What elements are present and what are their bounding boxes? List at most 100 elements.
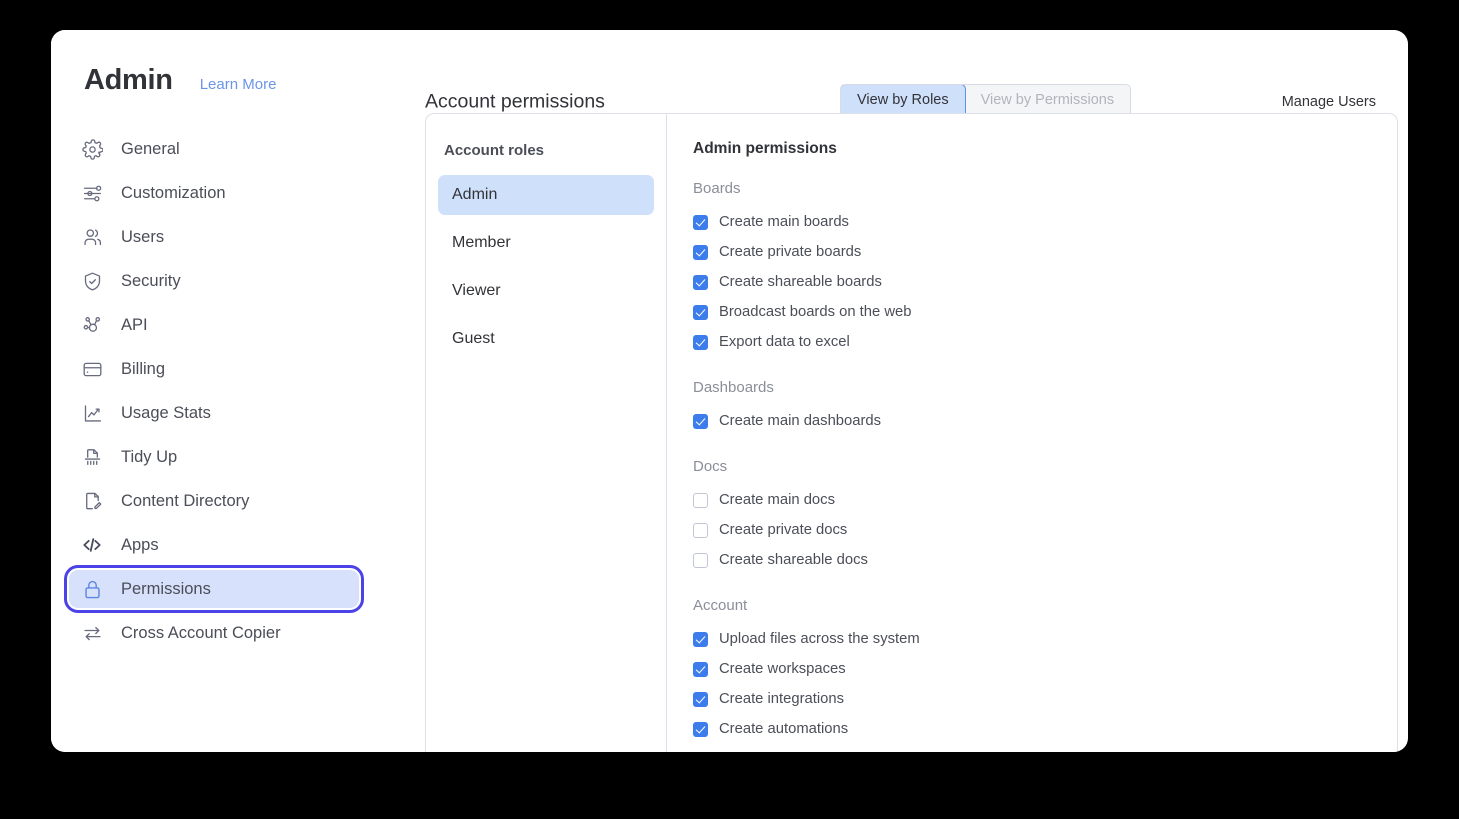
sidebar-item-label: Cross Account Copier bbox=[121, 623, 281, 642]
gear-icon bbox=[81, 138, 103, 160]
sidebar-item-label: Usage Stats bbox=[121, 403, 211, 422]
checkbox-checked-icon[interactable] bbox=[693, 691, 708, 707]
permission-group-title: Dashboards bbox=[693, 379, 774, 396]
checkbox-checked-icon[interactable] bbox=[693, 244, 708, 260]
permission-label: Export data to excel bbox=[719, 334, 850, 350]
permissions-heading: Admin permissions bbox=[693, 140, 837, 157]
role-item-admin[interactable]: Admin bbox=[438, 175, 654, 215]
transfer-arrows-icon bbox=[81, 622, 103, 644]
shield-check-icon bbox=[81, 270, 103, 292]
sidebar-item-tidy-up[interactable]: Tidy Up bbox=[69, 438, 359, 476]
page-title-admin: Admin bbox=[84, 64, 173, 96]
permission-row[interactable]: @Mention/Subscribe everyone at account bbox=[693, 744, 1397, 752]
screen: Admin Learn More General Customization Use… bbox=[0, 0, 1459, 819]
permission-label: Create main boards bbox=[719, 214, 849, 230]
role-item-guest[interactable]: Guest bbox=[438, 319, 654, 359]
sidebar-item-label: Security bbox=[121, 271, 181, 290]
permission-group-title: Boards bbox=[693, 180, 741, 197]
sidebar-item-label: Tidy Up bbox=[121, 447, 178, 466]
permission-row[interactable]: Export data to excel bbox=[693, 327, 1397, 357]
permission-label: Create main dashboards bbox=[719, 413, 882, 429]
users-icon bbox=[81, 226, 103, 248]
permission-label: Create main docs bbox=[719, 492, 835, 508]
permission-label: @Mention/Subscribe everyone at account bbox=[719, 751, 994, 752]
page-title: Account permissions bbox=[425, 90, 605, 113]
permission-group: Boards Create main boards Create private b… bbox=[693, 180, 1397, 357]
sidebar-item-apps[interactable]: Apps bbox=[69, 526, 359, 564]
sidebar-item-label: Billing bbox=[121, 359, 166, 378]
shredder-icon bbox=[81, 446, 103, 468]
sidebar-item-billing[interactable]: Billing bbox=[69, 350, 359, 388]
sidebar-item-content-directory[interactable]: Content Directory bbox=[69, 482, 359, 520]
permission-label: Create workspaces bbox=[719, 661, 846, 677]
brand-row: Admin Learn More bbox=[84, 64, 276, 97]
sidebar-item-label: API bbox=[121, 315, 148, 334]
sidebar-item-label: Users bbox=[121, 227, 165, 246]
main-area: Account permissions View by Roles View b… bbox=[373, 30, 1408, 752]
sidebar-item-label: Content Directory bbox=[121, 491, 250, 510]
permission-group-title: Docs bbox=[693, 458, 728, 475]
checkbox-checked-icon[interactable] bbox=[693, 304, 708, 320]
content-panel: Account roles Admin Member Viewer Guest Adm… bbox=[425, 113, 1398, 752]
sidebar-item-users[interactable]: Users bbox=[69, 218, 359, 256]
sidebar-item-api[interactable]: API bbox=[69, 306, 359, 344]
document-pencil-icon bbox=[81, 490, 103, 512]
checkbox-checked-icon[interactable] bbox=[693, 721, 708, 737]
role-item-member[interactable]: Member bbox=[438, 223, 654, 263]
permission-group: Account Upload files across the system Cre… bbox=[693, 597, 1397, 752]
sidebar-item-label: General bbox=[121, 139, 180, 158]
permission-label: Create shareable docs bbox=[719, 552, 868, 568]
checkbox-unchecked-icon[interactable] bbox=[693, 522, 708, 538]
permission-label: Upload files across the system bbox=[719, 631, 920, 647]
checkbox-unchecked-icon[interactable] bbox=[693, 552, 708, 568]
account-roles-panel: Account roles Admin Member Viewer Guest bbox=[426, 114, 667, 752]
lock-icon bbox=[81, 578, 103, 600]
permission-row[interactable]: Create main docs bbox=[693, 485, 1397, 515]
permission-group: Dashboards Create main dashboards bbox=[693, 379, 1397, 436]
permission-row[interactable]: Create integrations bbox=[693, 684, 1397, 714]
sidebar-item-customization[interactable]: Customization bbox=[69, 174, 359, 212]
permission-row[interactable]: Create private docs bbox=[693, 515, 1397, 545]
sidebar-item-general[interactable]: General bbox=[69, 130, 359, 168]
permission-label: Create integrations bbox=[719, 691, 845, 707]
sidebar-item-security[interactable]: Security bbox=[69, 262, 359, 300]
manage-users-link[interactable]: Manage Users bbox=[1282, 94, 1376, 110]
sidebar-item-label: Apps bbox=[121, 535, 159, 554]
permission-label: Create private docs bbox=[719, 522, 848, 538]
app-window: Admin Learn More General Customization Use… bbox=[51, 30, 1408, 752]
account-roles-heading: Account roles bbox=[444, 142, 545, 159]
permission-row[interactable]: Create main dashboards bbox=[693, 406, 1397, 436]
permission-row[interactable]: Create main boards bbox=[693, 207, 1397, 237]
permission-row[interactable]: Create shareable docs bbox=[693, 545, 1397, 575]
permission-row[interactable]: Create workspaces bbox=[693, 654, 1397, 684]
role-item-viewer[interactable]: Viewer bbox=[438, 271, 654, 311]
permission-row[interactable]: Broadcast boards on the web bbox=[693, 297, 1397, 327]
checkbox-checked-icon[interactable] bbox=[693, 631, 708, 647]
checkbox-checked-icon[interactable] bbox=[693, 274, 708, 290]
nodes-icon bbox=[81, 314, 103, 336]
checkbox-checked-icon[interactable] bbox=[693, 751, 708, 752]
sidebar-item-usage-stats[interactable]: Usage Stats bbox=[69, 394, 359, 432]
sidebar-item-permissions[interactable]: Permissions bbox=[64, 565, 364, 613]
permission-row[interactable]: Upload files across the system bbox=[693, 624, 1397, 654]
checkbox-unchecked-icon[interactable] bbox=[693, 492, 708, 508]
permission-label: Broadcast boards on the web bbox=[719, 304, 912, 320]
code-brackets-icon bbox=[81, 534, 103, 556]
permission-row[interactable]: Create shareable boards bbox=[693, 267, 1397, 297]
sidebar-nav-list: General Customization Users Security API Bill… bbox=[64, 130, 364, 658]
checkbox-checked-icon[interactable] bbox=[693, 413, 708, 429]
sidebar-item-label: Permissions bbox=[121, 579, 211, 598]
account-roles-list: Admin Member Viewer Guest bbox=[426, 175, 666, 359]
sidebar-item-cross-account-copier[interactable]: Cross Account Copier bbox=[69, 614, 359, 652]
permission-row[interactable]: Create automations bbox=[693, 714, 1397, 744]
permission-group: Docs Create main docs Create private docs C… bbox=[693, 458, 1397, 575]
checkbox-checked-icon[interactable] bbox=[693, 661, 708, 677]
chart-line-icon bbox=[81, 402, 103, 424]
sliders-icon bbox=[81, 182, 103, 204]
checkbox-checked-icon[interactable] bbox=[693, 214, 708, 230]
permission-groups: Boards Create main boards Create private b… bbox=[693, 180, 1397, 752]
learn-more-link[interactable]: Learn More bbox=[200, 76, 277, 93]
permission-label: Create private boards bbox=[719, 244, 862, 260]
permission-row[interactable]: Create private boards bbox=[693, 237, 1397, 267]
checkbox-checked-icon[interactable] bbox=[693, 334, 708, 350]
